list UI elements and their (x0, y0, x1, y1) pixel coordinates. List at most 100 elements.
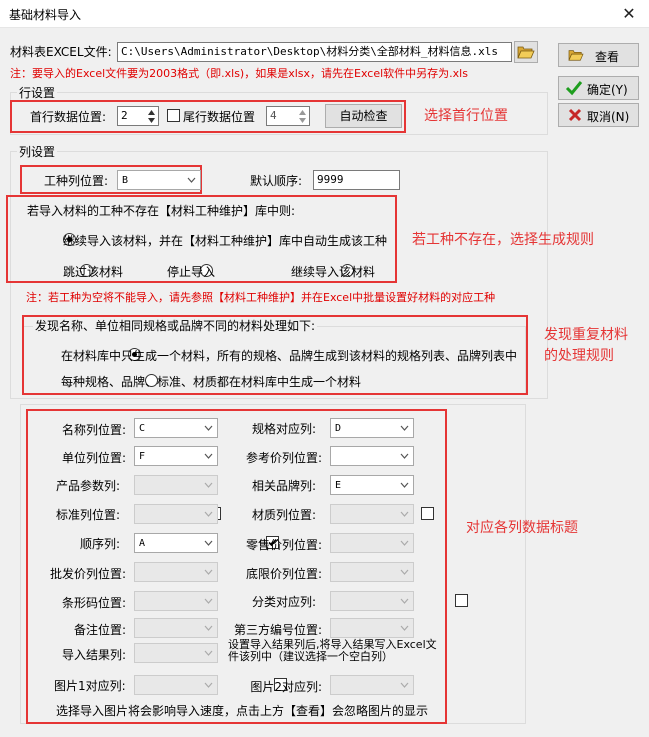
image2-col-combo[interactable] (330, 675, 414, 695)
standard-col-label: 标准列位置: (56, 508, 121, 522)
remark-col-combo[interactable] (134, 618, 218, 638)
product-param-col-label: 产品参数列: (56, 479, 121, 493)
dropdown-arrow-icon (204, 625, 213, 631)
dropdown-arrow-icon (204, 425, 213, 431)
folder-open-icon (568, 50, 584, 61)
spin-up-icon[interactable] (298, 108, 307, 116)
first-row-spinner[interactable]: 2 (117, 106, 159, 126)
spin-down-icon[interactable] (298, 117, 307, 125)
worktype-combo[interactable]: B (117, 170, 201, 190)
worktype-value: B (122, 175, 129, 186)
dup-rule-option2-label[interactable]: 每种规格、品牌、标准、材质都在材料库中生成一个材料 (61, 374, 361, 390)
dropdown-arrow-icon (204, 682, 213, 688)
dropdown-arrow-icon (204, 569, 213, 575)
default-order-label: 默认顺序: (250, 174, 303, 188)
image-note: 选择导入图片将会影响导入速度，点击上方【查看】会忽略图片的显示 (56, 704, 429, 718)
row-settings-legend: 行设置 (17, 84, 58, 101)
dropdown-arrow-icon (204, 511, 213, 517)
order-col-combo[interactable]: A (134, 533, 218, 553)
last-row-checkbox[interactable] (167, 109, 180, 122)
material-col-label: 材质列位置: (252, 508, 317, 522)
unit-col-value: F (139, 451, 146, 462)
dropdown-arrow-icon (204, 650, 213, 656)
worktype-note: 注：若工种为空将不能导入，请先参照【材料工种维护】并在Excel中批量设置好材料… (26, 291, 496, 304)
order-col-value: A (139, 538, 146, 549)
material-col-checkbox[interactable] (421, 507, 435, 520)
dropdown-arrow-icon (400, 482, 409, 488)
view-button[interactable]: 查看 (558, 43, 639, 67)
dropdown-arrow-icon (400, 625, 409, 631)
dup-rule-option1-label[interactable]: 在材料库中只生成一个材料，所有的规格、品牌生成到该材料的规格列表、品牌列表中 (61, 348, 517, 364)
file-format-note: 注：要导入的Excel文件要为2003格式（即.xls)，如果是xlsx，请先在… (10, 67, 468, 80)
dropdown-arrow-icon (204, 453, 213, 459)
worktype-rule-option1-label[interactable]: 继续导入该材料，并在【材料工种维护】库中自动生成该工种 (63, 233, 387, 249)
third-party-col-combo[interactable] (330, 618, 414, 638)
barcode-col-combo[interactable] (134, 591, 218, 611)
close-button[interactable]: ✕ (609, 0, 649, 28)
dropdown-arrow-icon (204, 482, 213, 488)
import-result-col-label: 导入结果列: (61, 648, 126, 662)
name-col-combo[interactable]: C (134, 418, 218, 438)
unit-col-combo[interactable]: F (134, 446, 218, 466)
worktype-annotation: 若工种不存在，选择生成规则 (412, 232, 594, 248)
third-party-col-label: 第三方编号位置: (233, 623, 322, 637)
retail-price-col-label: 零售价列位置: (245, 538, 322, 552)
wholesale-price-col-combo[interactable] (134, 562, 218, 582)
dup-annotation-line2: 的处理规则 (544, 348, 614, 364)
dropdown-arrow-icon (400, 598, 409, 604)
worktype-rule-option3-label[interactable]: 停止导入 (167, 264, 215, 280)
ref-price-col-label: 参考价列位置: (245, 451, 322, 465)
brand-col-value: E (335, 480, 342, 491)
floor-price-col-combo[interactable] (330, 562, 414, 582)
dropdown-arrow-icon (187, 177, 196, 183)
cross-icon (568, 108, 582, 122)
spin-down-icon[interactable] (147, 117, 156, 125)
category-col-label: 分类对应列: (252, 595, 317, 609)
dup-annotation-line1: 发现重复材料 (544, 327, 628, 343)
import-result-col-combo[interactable] (134, 643, 218, 663)
spec-col-combo[interactable]: D (330, 418, 414, 438)
file-path-input[interactable]: C:\Users\Administrator\Desktop\材料分类\全部材料… (117, 42, 512, 62)
name-col-value: C (139, 423, 146, 434)
default-order-input[interactable]: 9999 (313, 170, 400, 190)
order-col-label: 顺序列: (80, 537, 121, 551)
file-label: 材料表EXCEL文件: (10, 45, 112, 59)
import-result-note: 设置导入结果列后,将导入结果写入Excel文件该列中（建议选择一个空白列） (228, 638, 437, 663)
worktype-label: 工种列位置: (44, 174, 109, 188)
unit-col-label: 单位列位置: (61, 451, 126, 465)
checkmark-icon (565, 81, 583, 96)
retail-price-col-combo[interactable] (330, 533, 414, 553)
spec-col-value: D (335, 423, 342, 434)
cancel-button[interactable]: 取消(N) (558, 103, 639, 127)
name-col-label: 名称列位置: (61, 423, 126, 437)
image1-col-label: 图片1对应列: (54, 679, 126, 693)
wholesale-price-col-label: 批发价列位置: (49, 567, 126, 581)
browse-button[interactable] (514, 41, 538, 63)
category-col-checkbox[interactable] (454, 594, 468, 607)
ok-button[interactable]: 确定(Y) (558, 76, 639, 100)
product-param-col-combo[interactable] (134, 475, 218, 495)
brand-col-label: 相关品牌列: (252, 479, 317, 493)
dup-rule-title: 发现名称、单位相同规格或品牌不同的材料处理如下: (33, 318, 318, 334)
brand-col-combo[interactable]: E (330, 475, 414, 495)
first-row-value: 2 (121, 109, 128, 122)
barcode-col-label: 条形码位置: (61, 596, 126, 610)
worktype-rule-option2-label[interactable]: 跳过该材料 (63, 264, 123, 280)
ref-price-col-combo[interactable] (330, 446, 414, 466)
floor-price-col-label: 底限价列位置: (245, 567, 322, 581)
folder-open-icon (517, 46, 535, 59)
auto-check-button[interactable]: 自动检查 (325, 104, 402, 128)
image1-col-combo[interactable] (134, 675, 218, 695)
category-col-combo[interactable] (330, 591, 414, 611)
columns-annotation: 对应各列数据标题 (466, 520, 578, 536)
standard-col-combo[interactable] (134, 504, 218, 524)
window-title: 基础材料导入 (9, 8, 82, 22)
worktype-rule-option4-label[interactable]: 继续导入该材料 (291, 264, 375, 280)
dropdown-arrow-icon (400, 453, 409, 459)
dropdown-arrow-icon (204, 598, 213, 604)
last-row-value: 4 (270, 109, 277, 122)
last-row-spinner[interactable]: 4 (266, 106, 310, 126)
dropdown-arrow-icon (204, 540, 213, 546)
material-col-combo[interactable] (330, 504, 414, 524)
spin-up-icon[interactable] (147, 108, 156, 116)
